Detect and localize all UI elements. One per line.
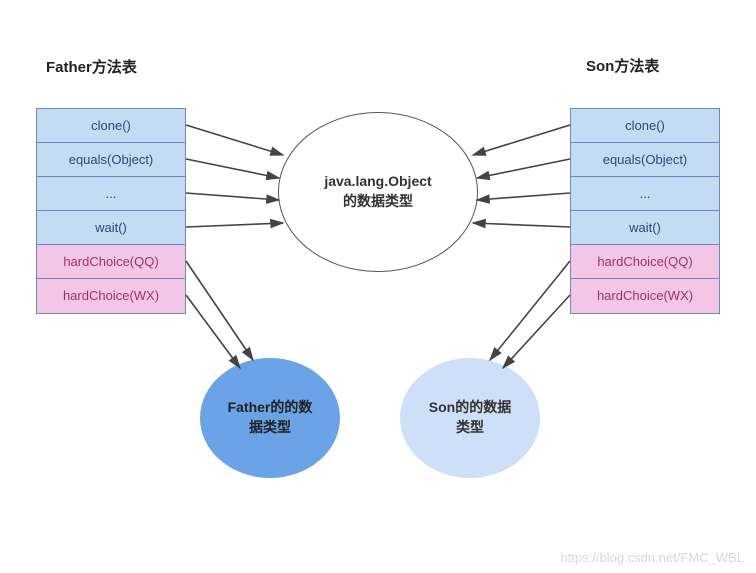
son-row-3: wait() (571, 211, 719, 245)
father-row-0: clone() (37, 109, 185, 143)
son-method-table: clone()equals(Object)...wait()hardChoice… (570, 108, 720, 314)
father-row-4: hardChoice(QQ) (37, 245, 185, 279)
father-type-ellipse: Father的的数据类型 (200, 358, 340, 478)
son-row-4: hardChoice(QQ) (571, 245, 719, 279)
object-type-label: java.lang.Object的数据类型 (324, 172, 431, 211)
left-table-title: Father方法表 (46, 56, 137, 77)
son-row-0: clone() (571, 109, 719, 143)
son-row-2: ... (571, 177, 719, 211)
son-row-5: hardChoice(WX) (571, 279, 719, 313)
father-row-1: equals(Object) (37, 143, 185, 177)
father-row-5: hardChoice(WX) (37, 279, 185, 313)
father-row-2: ... (37, 177, 185, 211)
object-type-ellipse: java.lang.Object的数据类型 (278, 112, 478, 272)
son-type-label: Son的的数据类型 (429, 398, 511, 437)
son-row-1: equals(Object) (571, 143, 719, 177)
right-table-title: Son方法表 (586, 55, 659, 76)
father-row-3: wait() (37, 211, 185, 245)
father-method-table: clone()equals(Object)...wait()hardChoice… (36, 108, 186, 314)
son-type-ellipse: Son的的数据类型 (400, 358, 540, 478)
father-type-label: Father的的数据类型 (228, 398, 313, 437)
watermark: https://blog.csdn.net/FMC_WBL (560, 550, 744, 565)
